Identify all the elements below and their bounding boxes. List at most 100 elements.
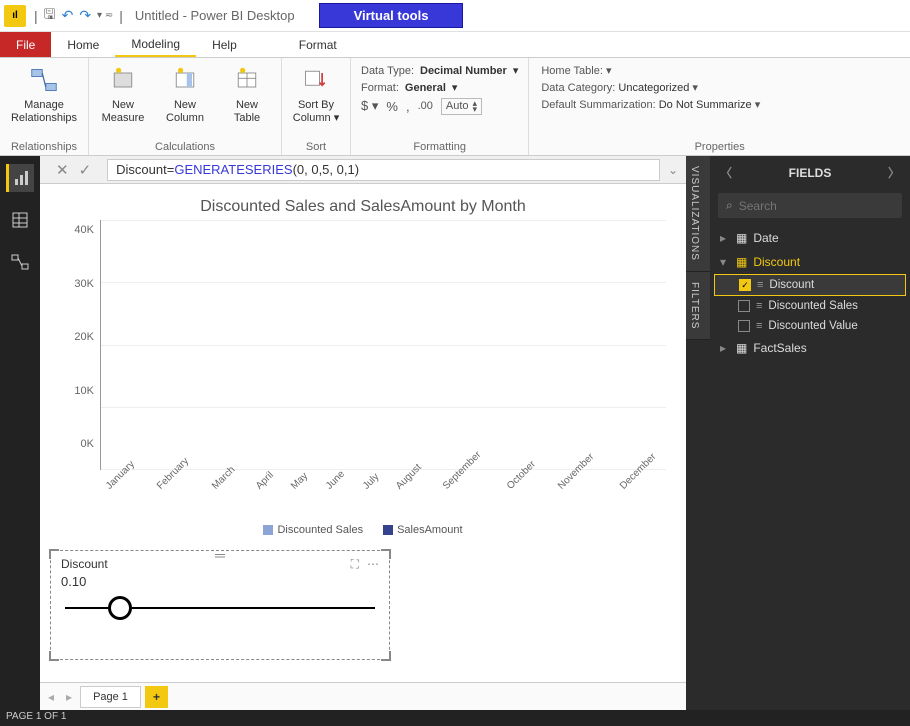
new-table-label: New Table [234,99,260,125]
ribbon-group-properties: Home Table: ▾ Data Category: Uncategoriz… [529,58,910,155]
datatype-dropdown[interactable]: Data Type: Decimal Number ▾ [361,64,518,77]
checkbox-icon[interactable] [738,320,750,332]
tab-format[interactable]: Format [283,32,353,57]
page-tab-1[interactable]: Page 1 [80,686,141,708]
field-icon: ≡ [756,300,762,312]
new-column-button[interactable]: New Column [157,60,213,125]
table-icon: ▦ [736,231,747,245]
add-page-button[interactable]: + [145,686,168,708]
formula-input[interactable]: Discount = GENERATESERIES(0, 0,5, 0,1) [107,159,660,181]
tab-help[interactable]: Help [196,32,253,57]
chevron-down-icon: ▾ [606,65,612,77]
cancel-icon[interactable]: ✕ [56,161,69,179]
ribbon-tabs: File Home Modeling Help Format [0,32,910,58]
chevron-down-icon: ▾ [452,81,458,94]
title-bar: ıl | 🖫 ↶ ↷ ▾ ≂ | Untitled - Power BI Des… [0,0,910,32]
page-prev-icon[interactable]: ◂ [44,690,58,704]
currency-icon[interactable]: $ ▾ [361,98,378,114]
manage-relationships-button[interactable]: Manage Relationships [6,60,82,125]
tab-modeling[interactable]: Modeling [115,32,196,57]
virtual-tools-badge: Virtual tools [319,3,464,28]
slicer-value: 0.10 [51,574,389,589]
filters-pane-tab[interactable]: FILTERS [686,272,710,340]
chevron-down-icon: ▾ [692,82,698,94]
sort-label: Sort By Column ▾ [293,99,339,125]
collapse-right-icon[interactable]: 〉 [888,164,900,181]
chart-title: Discounted Sales and SalesAmount by Mont… [50,190,676,220]
qat-dropdown-icon[interactable]: ▾ ≂ [97,10,113,21]
report-canvas[interactable]: Discounted Sales and SalesAmount by Mont… [40,184,686,682]
formula-fn: GENERATESERIES [174,162,292,177]
data-category-dropdown[interactable]: Data Category: Uncategorized ▾ [541,81,760,94]
percent-icon[interactable]: % [386,99,398,114]
ribbon-group-label: Calculations [95,139,275,155]
chevron-down-icon: ▾ [755,99,761,111]
thousands-icon[interactable]: , [406,99,410,114]
more-options-icon[interactable]: ⋯ [367,557,379,572]
slicer-track[interactable] [65,607,375,609]
home-table-dropdown[interactable]: Home Table: ▾ [541,64,760,77]
table-discount[interactable]: ▾▦Discount [714,250,906,274]
auto-decimals-stepper[interactable]: Auto▴▾ [441,98,482,115]
chart-visual[interactable]: Discounted Sales and SalesAmount by Mont… [50,190,676,542]
checkbox-icon[interactable] [738,300,750,312]
visualizations-pane-tab[interactable]: VISUALIZATIONS [686,156,710,272]
table-icon [231,64,263,96]
table-date[interactable]: ▸▦Date [714,226,906,250]
formula-expand-icon[interactable]: ⌄ [660,163,686,177]
formula-eq: = [167,162,175,177]
sort-icon [300,64,332,96]
field-discount[interactable]: ✓≡Discount [714,274,906,296]
tab-file[interactable]: File [0,32,51,57]
report-view-icon[interactable] [6,164,34,192]
slicer-handle[interactable] [108,596,132,620]
redo-icon[interactable]: ↷ [79,7,91,24]
collapse-left-icon[interactable]: 〈 [720,164,732,181]
chart-plot [100,220,666,470]
checkbox-checked-icon[interactable]: ✓ [739,279,751,291]
page-next-icon[interactable]: ▸ [62,690,76,704]
model-view-icon[interactable] [6,248,34,276]
tab-home[interactable]: Home [51,32,115,57]
grip-icon[interactable]: ═ [215,547,225,563]
undo-icon[interactable]: ↶ [62,7,74,24]
datatype-value: Decimal Number [420,65,507,77]
x-axis: JanuaryFebruaryMarchAprilMayJuneJulyAugu… [50,470,676,518]
save-icon[interactable]: 🖫 [44,4,56,28]
new-table-button[interactable]: New Table [219,60,275,125]
window-title: Untitled - Power BI Desktop [135,8,295,23]
fields-search[interactable]: ⌕ [718,193,902,218]
field-discounted-value[interactable]: ≡Discounted Value [714,316,906,336]
search-input[interactable] [739,199,894,213]
datatype-label: Data Type: [361,65,414,77]
canvas-column: ✕ ✓ Discount = GENERATESERIES(0, 0,5, 0,… [40,156,686,710]
main-area: ✕ ✓ Discount = GENERATESERIES(0, 0,5, 0,… [0,156,910,710]
sort-by-column-button[interactable]: Sort By Column ▾ [288,60,344,125]
field-discounted-sales[interactable]: ≡Discounted Sales [714,296,906,316]
formula-args: (0, 0,5, 0,1) [293,162,359,177]
y-axis: 40K30K20K10K0K [60,220,100,470]
new-measure-button[interactable]: New Measure [95,60,151,125]
ribbon-group-relationships: Manage Relationships Relationships [0,58,89,155]
decimal-icon[interactable]: .00 [418,100,433,112]
column-icon [169,64,201,96]
formula-bar: ✕ ✓ Discount = GENERATESERIES(0, 0,5, 0,… [40,156,686,184]
slicer-visual[interactable]: ═ Discount ⛶ ⋯ 0.10 [50,550,390,660]
commit-icon[interactable]: ✓ [79,161,92,179]
table-icon: ▦ [736,255,747,269]
table-factsales[interactable]: ▸▦FactSales [714,336,906,360]
format-value: General [405,82,446,94]
slicer-title: Discount [61,557,108,572]
manage-relationships-label: Manage Relationships [11,99,77,125]
ribbon-group-sort: Sort By Column ▾ Sort [282,58,351,155]
ribbon-group-label: Sort [288,139,344,155]
focus-mode-icon[interactable]: ⛶ [351,557,359,572]
view-nav [0,156,40,710]
new-measure-label: New Measure [102,99,145,125]
fields-pane: 〈 FIELDS 〉 ⌕ ▸▦Date ▾▦Discount ✓≡Discoun… [710,156,910,710]
default-summarization-dropdown[interactable]: Default Summarization: Do Not Summarize … [541,98,760,111]
ribbon-group-label: Relationships [6,139,82,155]
app-logo-icon: ıl [4,5,26,27]
data-view-icon[interactable] [6,206,34,234]
format-dropdown[interactable]: Format: General ▾ [361,81,518,94]
